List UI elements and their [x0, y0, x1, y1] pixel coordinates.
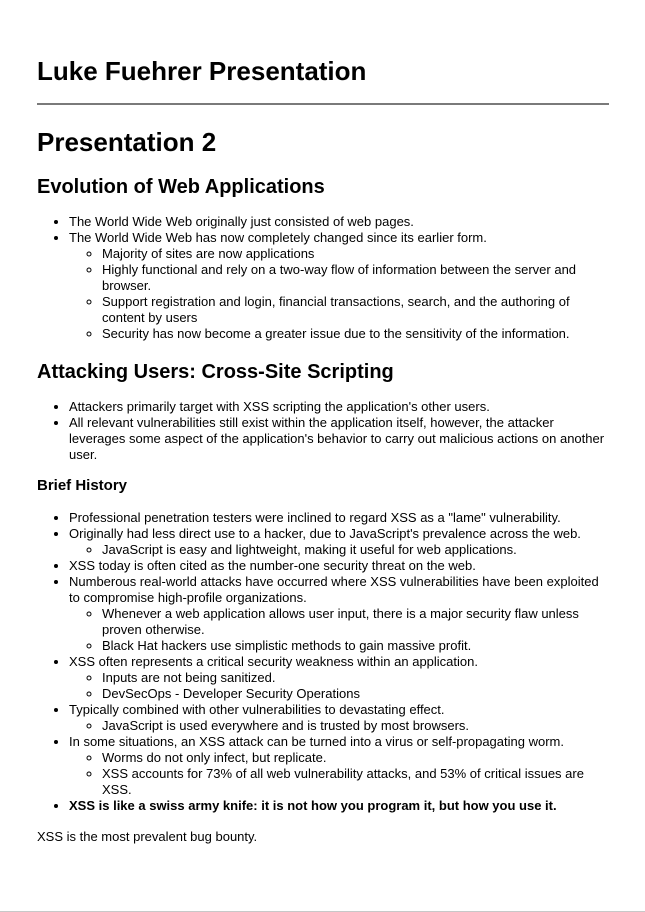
- xss-list: Attackers primarily target with XSS scri…: [37, 399, 608, 463]
- sub-list-item: Worms do not only infect, but replicate.: [102, 750, 608, 766]
- list-item: XSS is like a swiss army knife: it is no…: [69, 798, 608, 814]
- list-item-text: Typically combined with other vulnerabil…: [69, 702, 445, 717]
- list-item-text: XSS often represents a critical security…: [69, 654, 478, 669]
- sub-list-item: Black Hat hackers use simplistic methods…: [102, 638, 608, 654]
- history-list: Professional penetration testers were in…: [37, 510, 608, 814]
- list-item-text: XSS today is often cited as the number-o…: [69, 558, 476, 573]
- subsection-heading-history: Brief History: [37, 477, 128, 494]
- sub-list-item: Inputs are not being sanitized.: [102, 670, 608, 686]
- sub-list-item: Highly functional and rely on a two-way …: [102, 262, 608, 294]
- list-item: Attackers primarily target with XSS scri…: [69, 399, 608, 415]
- list-item-text: The World Wide Web originally just consi…: [69, 214, 414, 229]
- sub-list-item: Security has now become a greater issue …: [102, 326, 608, 342]
- list-item: Originally had less direct use to a hack…: [69, 526, 608, 558]
- list-item: In some situations, an XSS attack can be…: [69, 734, 608, 798]
- list-item: The World Wide Web originally just consi…: [69, 214, 608, 230]
- evolution-list: The World Wide Web originally just consi…: [37, 214, 608, 342]
- sub-list: Majority of sites are now applications H…: [69, 246, 608, 342]
- list-item: The World Wide Web has now completely ch…: [69, 230, 608, 342]
- list-item-text: Numberous real-world attacks have occurr…: [69, 574, 599, 605]
- closing-note: XSS is the most prevalent bug bounty.: [37, 829, 258, 844]
- presentation-title: Presentation 2: [37, 127, 217, 157]
- emphasized-item-text: XSS is like a swiss army knife: it is no…: [69, 798, 557, 813]
- sub-list: Whenever a web application allows user i…: [69, 606, 608, 654]
- list-item-text: In some situations, an XSS attack can be…: [69, 734, 564, 749]
- sub-list-item: Support registration and login, financia…: [102, 294, 608, 326]
- title-divider: [37, 103, 609, 105]
- list-item-text: Originally had less direct use to a hack…: [69, 526, 581, 541]
- list-item: XSS often represents a critical security…: [69, 654, 608, 702]
- section-heading-evolution: Evolution of Web Applications: [37, 176, 325, 198]
- list-item: XSS today is often cited as the number-o…: [69, 558, 608, 574]
- site-title: Luke Fuehrer Presentation: [37, 56, 367, 86]
- sub-list: Worms do not only infect, but replicate.…: [69, 750, 608, 798]
- list-item: Numberous real-world attacks have occurr…: [69, 574, 608, 654]
- sub-list-item: Majority of sites are now applications: [102, 246, 608, 262]
- sub-list-item: JavaScript is easy and lightweight, maki…: [102, 542, 608, 558]
- list-item: All relevant vulnerabilities still exist…: [69, 415, 608, 463]
- sub-list: JavaScript is used everywhere and is tru…: [69, 718, 608, 734]
- sub-list-item: Whenever a web application allows user i…: [102, 606, 608, 638]
- sub-list-item: XSS accounts for 73% of all web vulnerab…: [102, 766, 608, 798]
- page-content: Luke Fuehrer Presentation Presentation 2…: [0, 0, 645, 845]
- section-heading-xss: Attacking Users: Cross-Site Scripting: [37, 361, 394, 383]
- sub-list-item: JavaScript is used everywhere and is tru…: [102, 718, 608, 734]
- sub-list: Inputs are not being sanitized. DevSecOp…: [69, 670, 608, 702]
- sub-list-item: DevSecOps - Developer Security Operation…: [102, 686, 608, 702]
- list-item: Professional penetration testers were in…: [69, 510, 608, 526]
- list-item: Typically combined with other vulnerabil…: [69, 702, 608, 734]
- list-item-text: Professional penetration testers were in…: [69, 510, 561, 525]
- list-item-text: The World Wide Web has now completely ch…: [69, 230, 487, 245]
- sub-list: JavaScript is easy and lightweight, maki…: [69, 542, 608, 558]
